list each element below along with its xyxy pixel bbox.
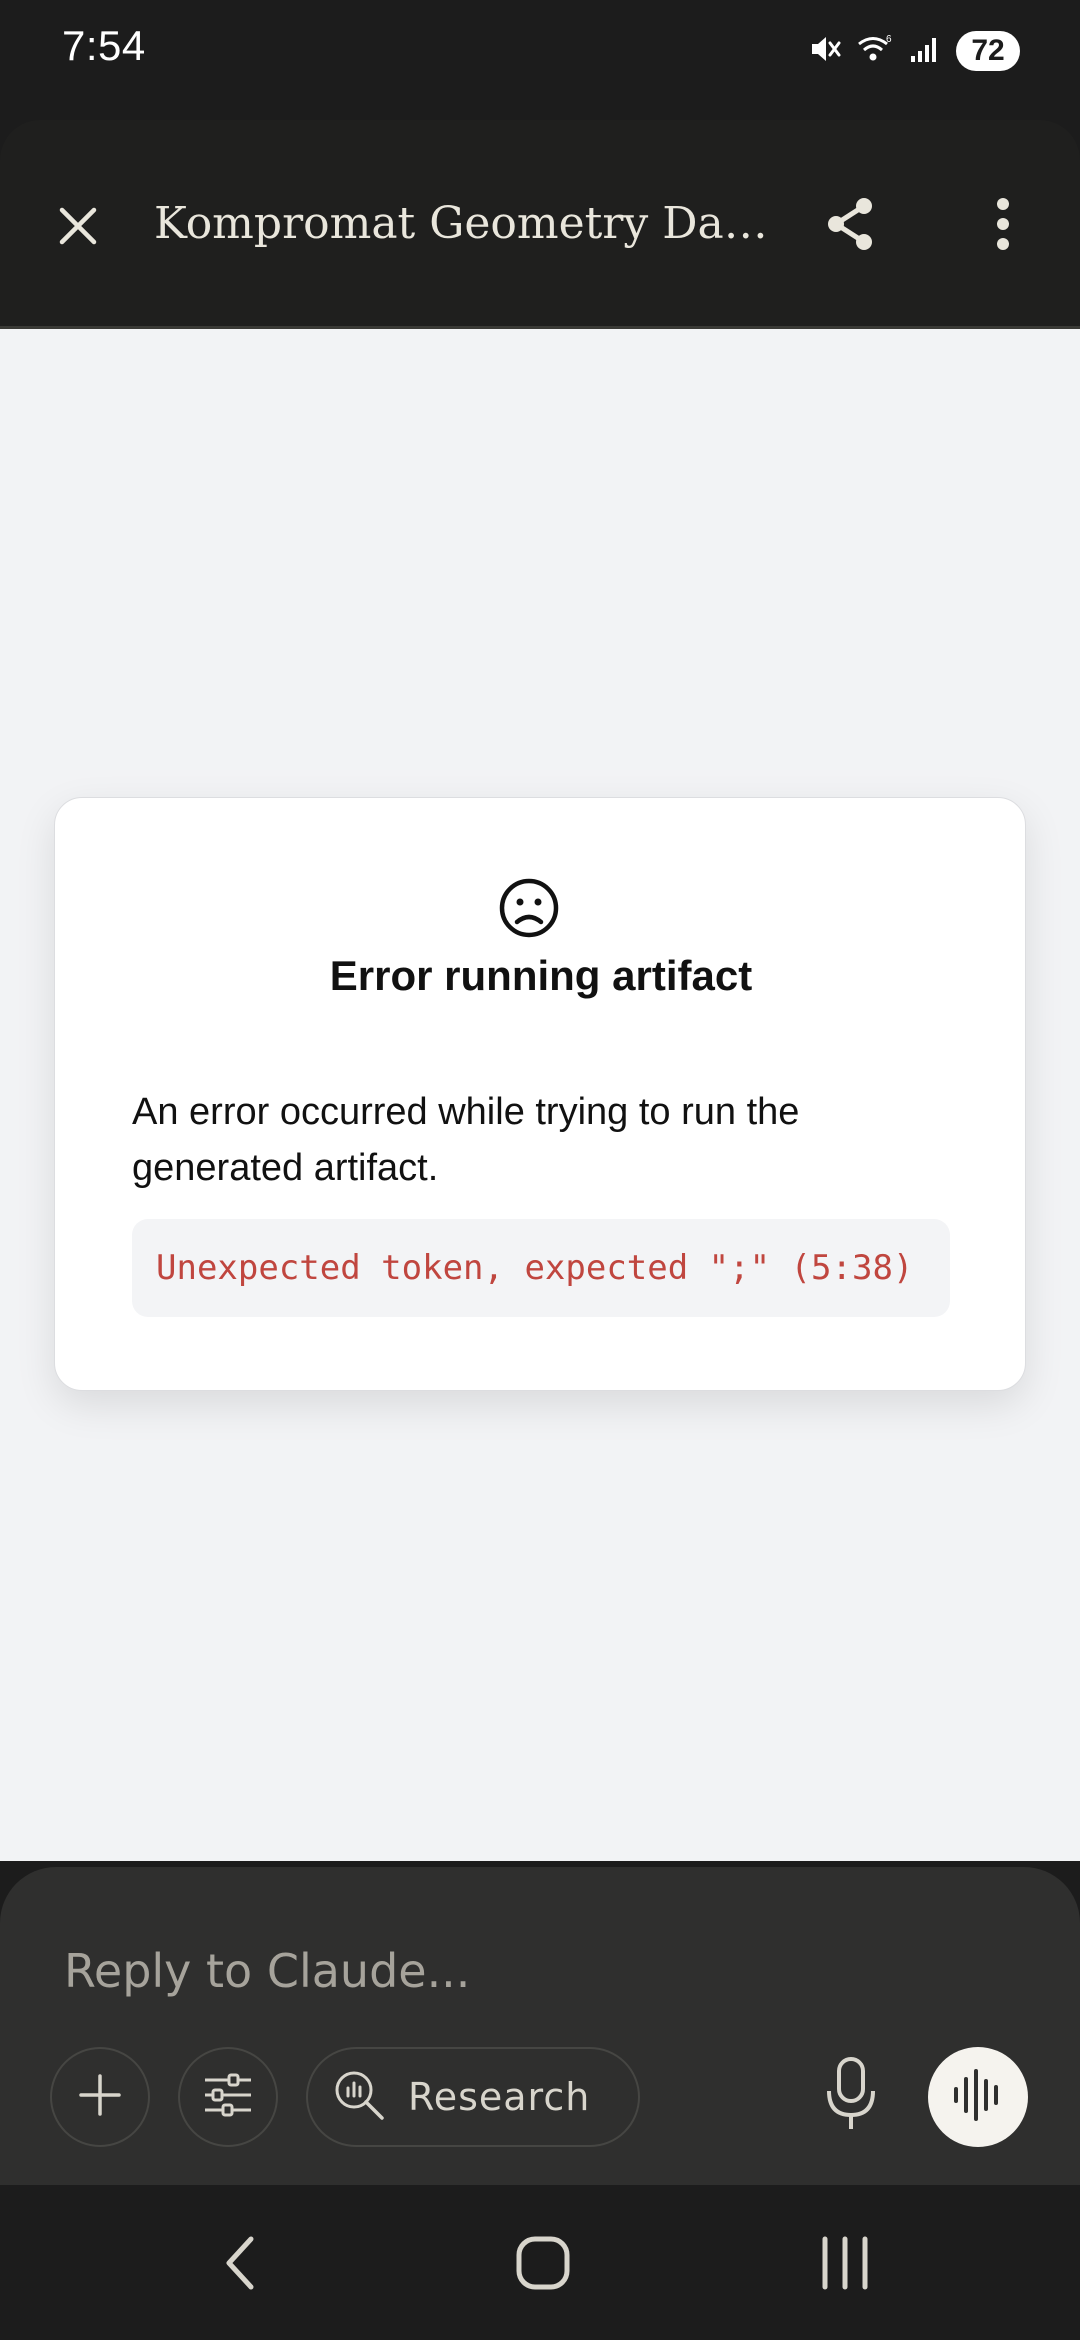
share-button[interactable] [810,186,890,266]
page-title: Kompromat Geometry Data... [154,198,774,249]
recent-apps-button[interactable] [800,2225,890,2305]
microphone-icon [823,2055,879,2140]
error-code: Unexpected token, expected ";" (5:38) [156,1248,914,1288]
error-title: Error running artifact [329,952,753,999]
home-button[interactable] [498,2225,588,2305]
artifact-content: Error running artifact An error occurred… [0,329,1080,1861]
sad-face-icon [497,876,561,940]
home-icon [515,2235,571,2296]
research-button[interactable]: Research [306,2047,640,2147]
sliders-icon [201,2068,255,2127]
plus-icon [75,2070,125,2125]
microphone-button[interactable] [816,2052,886,2142]
system-nav-bar [0,2185,1080,2340]
composer: Research [0,1861,1080,2185]
mute-icon [808,32,842,71]
composer-panel: Research [0,1867,1080,2185]
battery-icon: 72 [956,31,1020,71]
close-icon [54,202,102,255]
more-vertical-icon [993,194,1013,259]
signal-icon [908,32,942,71]
share-icon [818,192,882,261]
voice-wave-icon [948,2065,1008,2130]
back-button[interactable] [196,2225,286,2305]
status-time: 7:54 [62,22,146,69]
error-code-box: Unexpected token, expected ";" (5:38) [132,1219,950,1317]
more-options-button[interactable] [968,186,1038,266]
status-bar: 7:54 6 72 [0,0,1080,100]
recent-apps-icon [817,2233,873,2298]
add-attachment-button[interactable] [50,2047,150,2147]
close-button[interactable] [40,190,116,266]
research-label: Research [408,2075,591,2119]
error-description: An error occurred while trying to run th… [132,1091,800,1189]
status-icons: 6 72 [808,26,1020,76]
error-card: Error running artifact An error occurred… [54,797,1026,1391]
tools-button[interactable] [178,2047,278,2147]
back-icon [221,2233,261,2298]
wifi-icon: 6 [856,32,894,71]
artifact-header: Kompromat Geometry Data... [0,120,1080,329]
reply-input[interactable] [64,1941,764,2001]
svg-text:6: 6 [886,34,892,45]
voice-mode-button[interactable] [928,2047,1028,2147]
research-icon [332,2068,386,2127]
